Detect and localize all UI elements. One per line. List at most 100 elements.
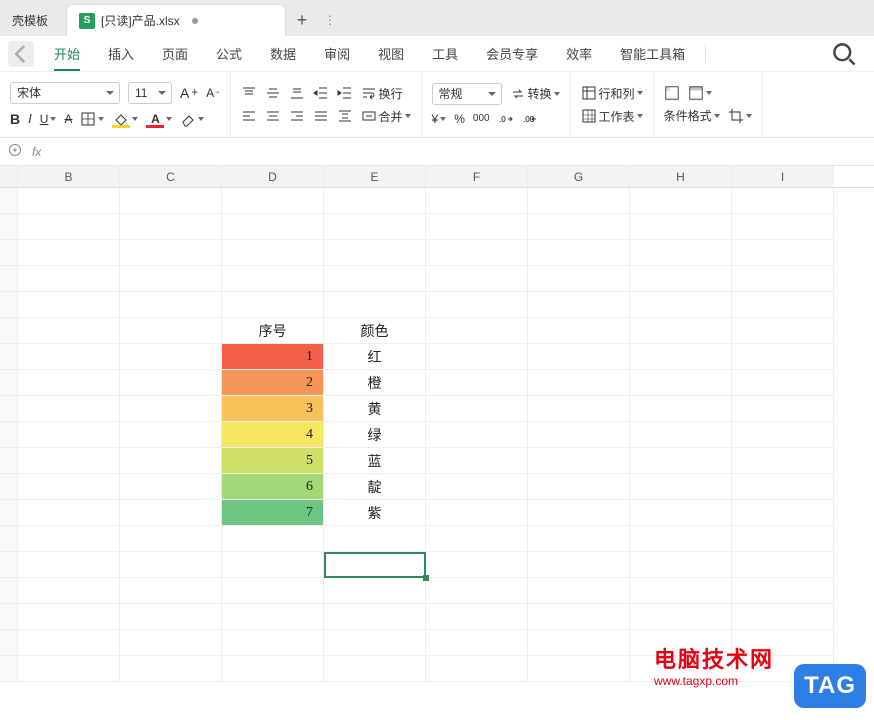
cell[interactable]	[630, 266, 732, 292]
cell[interactable]	[426, 552, 528, 578]
cell[interactable]	[120, 578, 222, 604]
selection-handle[interactable]	[423, 575, 429, 581]
cell[interactable]	[630, 448, 732, 474]
cell[interactable]	[528, 656, 630, 682]
cell[interactable]	[426, 292, 528, 318]
cell[interactable]	[324, 292, 426, 318]
shrink-font-button[interactable]: A-	[206, 86, 219, 100]
new-tab-button[interactable]: +	[286, 4, 318, 36]
align-right-button[interactable]	[289, 108, 305, 124]
cell[interactable]	[528, 474, 630, 500]
table-style-button[interactable]	[688, 85, 712, 101]
align-center-button[interactable]	[265, 108, 281, 124]
cell[interactable]	[426, 630, 528, 656]
cell[interactable]	[222, 292, 324, 318]
cell[interactable]	[222, 578, 324, 604]
cell[interactable]	[18, 292, 120, 318]
cell[interactable]	[528, 318, 630, 344]
font-size-select[interactable]: 11	[128, 82, 172, 104]
cell[interactable]	[0, 370, 18, 396]
col-header-G[interactable]: G	[528, 166, 630, 187]
cell[interactable]	[630, 214, 732, 240]
cell[interactable]	[426, 526, 528, 552]
cond-format-button[interactable]: 条件格式	[664, 107, 720, 124]
cell[interactable]	[630, 292, 732, 318]
cell[interactable]	[120, 240, 222, 266]
cell[interactable]	[0, 578, 18, 604]
cell[interactable]	[528, 604, 630, 630]
cell[interactable]	[0, 240, 18, 266]
col-header-I[interactable]: I	[732, 166, 834, 187]
cell[interactable]	[732, 500, 834, 526]
cell[interactable]	[426, 396, 528, 422]
menu-insert[interactable]: 插入	[94, 36, 148, 71]
cell[interactable]: 6	[222, 474, 324, 500]
cell[interactable]	[0, 318, 18, 344]
cell[interactable]	[222, 604, 324, 630]
wrap-text-button[interactable]: 换行	[361, 85, 403, 102]
align-middle-button[interactable]	[265, 85, 281, 101]
cell[interactable]	[528, 292, 630, 318]
cell[interactable]	[120, 292, 222, 318]
cell[interactable]	[222, 240, 324, 266]
align-bottom-button[interactable]	[289, 85, 305, 101]
cell[interactable]	[426, 422, 528, 448]
cell[interactable]	[120, 396, 222, 422]
cell[interactable]	[18, 474, 120, 500]
cell[interactable]	[0, 552, 18, 578]
cell[interactable]	[426, 500, 528, 526]
grow-font-button[interactable]: A+	[180, 85, 198, 101]
cell[interactable]: 靛	[324, 474, 426, 500]
cell[interactable]: 紫	[324, 500, 426, 526]
cell[interactable]	[0, 266, 18, 292]
cell[interactable]	[630, 422, 732, 448]
cell[interactable]	[528, 214, 630, 240]
cell[interactable]	[120, 448, 222, 474]
cell[interactable]	[630, 188, 732, 214]
cell[interactable]	[732, 188, 834, 214]
percent-button[interactable]: %	[454, 112, 465, 126]
tab-template[interactable]: 壳模板	[0, 4, 60, 36]
cell[interactable]	[324, 526, 426, 552]
cell[interactable]: 绿	[324, 422, 426, 448]
italic-button[interactable]: I	[28, 111, 32, 126]
menu-formula[interactable]: 公式	[202, 36, 256, 71]
cell[interactable]	[630, 370, 732, 396]
cell[interactable]: 红	[324, 344, 426, 370]
cell[interactable]	[18, 266, 120, 292]
cell[interactable]	[120, 656, 222, 682]
cell[interactable]	[18, 526, 120, 552]
cell[interactable]: 橙	[324, 370, 426, 396]
currency-button[interactable]: ¥	[432, 112, 447, 126]
col-header-B[interactable]: B	[18, 166, 120, 187]
cell[interactable]	[426, 656, 528, 682]
cell[interactable]	[630, 500, 732, 526]
cell[interactable]	[120, 604, 222, 630]
cell[interactable]	[732, 474, 834, 500]
cell[interactable]	[528, 240, 630, 266]
cell[interactable]	[18, 188, 120, 214]
align-top-button[interactable]	[241, 85, 257, 101]
cell[interactable]	[0, 292, 18, 318]
formula-input[interactable]	[51, 138, 866, 165]
cell[interactable]: 黄	[324, 396, 426, 422]
cell[interactable]	[630, 344, 732, 370]
cell[interactable]	[732, 370, 834, 396]
cell[interactable]	[0, 526, 18, 552]
search-button[interactable]	[830, 40, 858, 68]
col-header-C[interactable]: C	[120, 166, 222, 187]
cell[interactable]	[0, 396, 18, 422]
menu-page[interactable]: 页面	[148, 36, 202, 71]
cell[interactable]	[222, 526, 324, 552]
cell[interactable]	[732, 526, 834, 552]
cell[interactable]	[732, 396, 834, 422]
font-name-select[interactable]: 宋体	[10, 82, 120, 104]
cell[interactable]	[222, 266, 324, 292]
col-header-blank[interactable]	[0, 166, 18, 187]
cell[interactable]	[630, 240, 732, 266]
clear-format-button[interactable]	[180, 111, 204, 127]
row-col-button[interactable]: 行和列	[581, 85, 643, 102]
cell[interactable]	[426, 344, 528, 370]
cell[interactable]	[528, 552, 630, 578]
menu-smart-tools[interactable]: 智能工具箱	[606, 36, 699, 71]
